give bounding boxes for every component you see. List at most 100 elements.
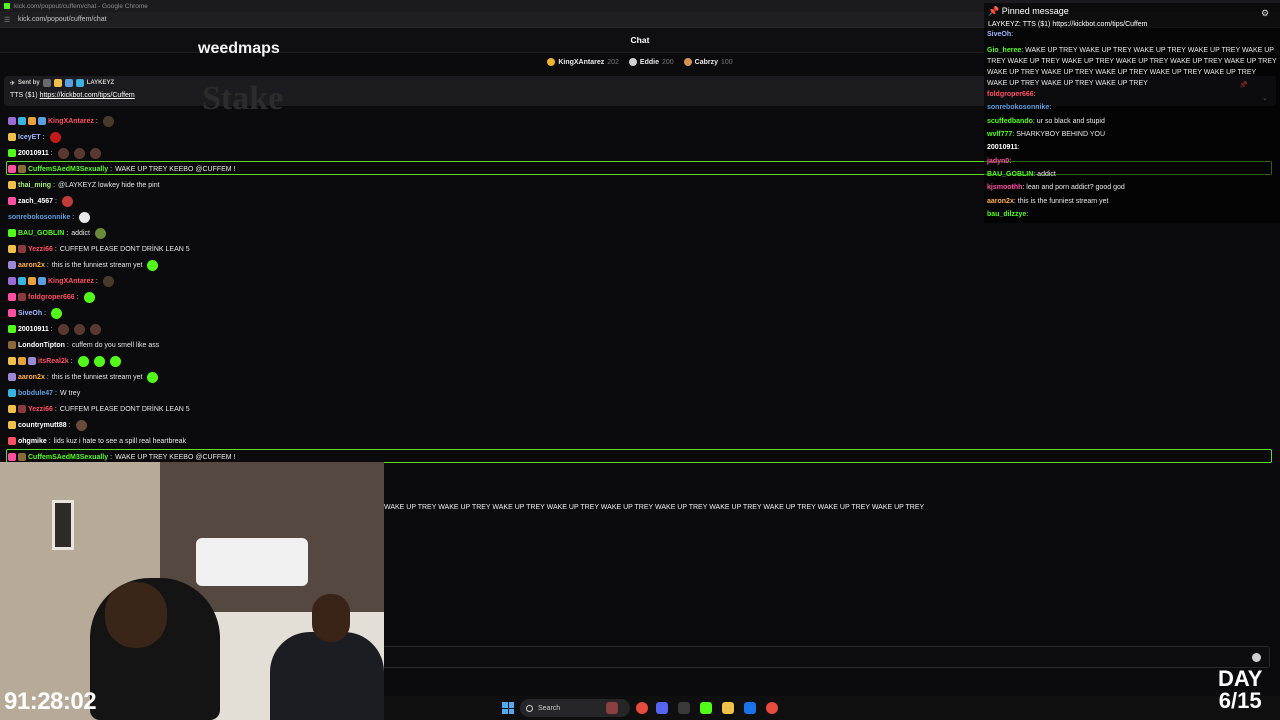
colon: :	[95, 117, 98, 125]
chat-message[interactable]: ohgmike: lids kuz i hate to see a spill r…	[8, 434, 186, 448]
chat-message-text: this is the funniest stream yet	[51, 261, 143, 269]
chat-username[interactable]: KingXAntarez	[48, 278, 94, 285]
emote-icon	[147, 259, 159, 271]
emote-icon	[73, 323, 85, 335]
chat-message[interactable]: aaron2x: this is the funniest stream yet	[8, 258, 159, 272]
chat-username[interactable]: LondonTipton	[18, 342, 65, 349]
user-badge-icon	[8, 245, 16, 253]
colon: :	[50, 325, 53, 333]
stake-logo: Stake	[202, 80, 284, 117]
chat-username[interactable]: Yezzi66	[28, 406, 53, 413]
user-badge-icon	[18, 245, 26, 253]
chat-username[interactable]: zach_4567	[18, 198, 53, 205]
leaderboard-item[interactable]: Cabrzy 100	[683, 58, 733, 66]
chat-username[interactable]: foldgroper666	[28, 294, 75, 301]
chat-username[interactable]: KingXAntarez	[48, 118, 94, 125]
tip-link[interactable]: https://kickbot.com/tips/Cuffem	[40, 92, 135, 99]
overlay-message-text: lean and porn addict? good god	[1026, 184, 1125, 191]
emote-icon	[109, 355, 121, 367]
taskbar-app-icon[interactable]	[678, 702, 690, 714]
chat-message[interactable]: BAU_GOBLIN: addict	[8, 226, 106, 240]
leaderboard-item[interactable]: KingXAntarez 202	[547, 58, 619, 66]
chat-username[interactable]: 20010911	[18, 326, 49, 333]
leaderboard-item[interactable]: Eddie 200	[628, 58, 674, 66]
day-count: 6/15	[1218, 688, 1262, 713]
chat-message[interactable]: SiveOh:	[8, 306, 63, 320]
stake-pillow	[196, 538, 308, 586]
file-explorer-icon[interactable]	[722, 702, 734, 714]
chat-username[interactable]: thai_ming	[18, 182, 51, 189]
user-badge-icon	[8, 229, 16, 237]
chat-message[interactable]: 20010911:	[8, 146, 101, 160]
discord-icon[interactable]	[656, 702, 668, 714]
chat-message-text: CUFFEM PLEASE DONT DRİNK LEAN 5	[59, 245, 190, 253]
overlay-message-text: ur so black and stupid	[1036, 118, 1105, 125]
overlay-username: sonrebokosonnike	[987, 104, 1050, 111]
search-icon	[526, 704, 533, 712]
windows-start-icon[interactable]	[502, 702, 514, 714]
steam-icon[interactable]	[744, 702, 756, 714]
chat-username[interactable]: SiveOh	[18, 310, 42, 317]
chat-message-text: WAKE UP TREY WAKE UP TREY WAKE UP TREY W…	[384, 504, 925, 511]
chat-message[interactable]: 20010911:	[8, 322, 101, 336]
chat-username[interactable]: bobdule47	[18, 390, 53, 397]
chrome-icon[interactable]	[766, 702, 778, 714]
chat-message[interactable]: IceyET:	[8, 130, 61, 144]
user-badge-icon	[18, 277, 26, 285]
chat-username[interactable]: aaron2x	[18, 374, 45, 381]
colon: :	[54, 245, 57, 253]
chat-username[interactable]: ohgmike	[18, 438, 47, 445]
chat-message[interactable]: itsReal2k:	[8, 354, 121, 368]
chat-username[interactable]: itsReal2k	[38, 358, 69, 365]
chat-message[interactable]: KingXAntarez:	[8, 114, 114, 128]
chat-username[interactable]: Yezzi66	[28, 246, 53, 253]
chat-message-text: WAKE UP TREY KEEBO @CUFFEM !	[115, 453, 236, 461]
taskbar-app-icon[interactable]	[606, 702, 618, 714]
user-badge-icon	[8, 341, 16, 349]
chat-username[interactable]: IceyET	[18, 134, 41, 141]
overlay-message: scuffedbando: ur so black and stupid	[987, 118, 1105, 125]
url-text[interactable]: kick.com/popout/cuffem/chat	[18, 16, 107, 23]
chat-message[interactable]: foldgroper666:	[8, 290, 95, 304]
site-settings-icon[interactable]: ☰	[4, 16, 12, 24]
user-badge-icon	[8, 165, 16, 173]
emoji-icon[interactable]	[1252, 653, 1261, 662]
chat-message[interactable]: bobdule47: W trey	[8, 386, 80, 400]
chat-username[interactable]: sonrebokosonnike	[8, 214, 70, 221]
chat-message[interactable]: KingXAntarez:	[8, 274, 114, 288]
kick-icon[interactable]	[700, 702, 712, 714]
emote-icon	[93, 355, 105, 367]
leaderboard-points: 200	[661, 58, 674, 66]
chat-message[interactable]: LondonTipton: cuffem do you smell like as…	[8, 338, 159, 352]
overlay-username: wvlf777	[987, 131, 1013, 138]
guest	[270, 632, 384, 720]
user-badge-icon	[8, 293, 16, 301]
overlay-message: Gio_heree: WAKE UP TREY WAKE UP TREY WAK…	[987, 47, 1277, 87]
colon: :	[72, 213, 75, 221]
chat-username[interactable]: BAU_GOBLIN	[18, 230, 64, 237]
chat-username[interactable]: aaron2x	[18, 262, 45, 269]
chrome-icon[interactable]	[636, 702, 648, 714]
chat-username[interactable]: 20010911	[18, 150, 49, 157]
chat-message[interactable]: aaron2x: this is the funniest stream yet	[8, 370, 159, 384]
chat-username[interactable]: CuffemSAedM3Sexually	[28, 166, 108, 173]
weedmaps-logo: weedmaps	[198, 40, 280, 57]
chat-message[interactable]: Yezzi66: CUFFEM PLEASE DONT DRİNK LEAN 5	[8, 242, 190, 256]
colon: :	[54, 405, 57, 413]
chat-message[interactable]: sonrebokosonnike:	[8, 210, 91, 224]
emote-icon	[77, 355, 89, 367]
chat-message[interactable]: Yezzi66: CUFFEM PLEASE DONT DRİNK LEAN 5	[8, 402, 190, 416]
chat-message[interactable]: countrymutt88:	[8, 418, 87, 432]
chat-message[interactable]: thai_ming: @LAYKEYZ lowkey hide the pint	[8, 178, 160, 192]
day-counter: DAY 6/15	[1218, 668, 1262, 712]
overlay-message: jadyn0:	[987, 158, 1012, 165]
streamer-head	[105, 582, 167, 648]
stream-chat-overlay: 📌 Pinned message LAYKEYZ: TTS ($1) https…	[984, 3, 1280, 223]
chat-message[interactable]: CuffemSAedM3Sexually: WAKE UP TREY KEEBO …	[8, 162, 236, 176]
chat-username[interactable]: countrymutt88	[18, 422, 67, 429]
chat-message[interactable]: zach_4567:	[8, 194, 73, 208]
colon: :	[53, 181, 56, 189]
leaderboard-name: Cabrzy	[694, 58, 718, 66]
settings-icon[interactable]: ⚙	[1261, 9, 1270, 18]
chat-username[interactable]: CuffemSAedM3Sexually	[28, 454, 108, 461]
